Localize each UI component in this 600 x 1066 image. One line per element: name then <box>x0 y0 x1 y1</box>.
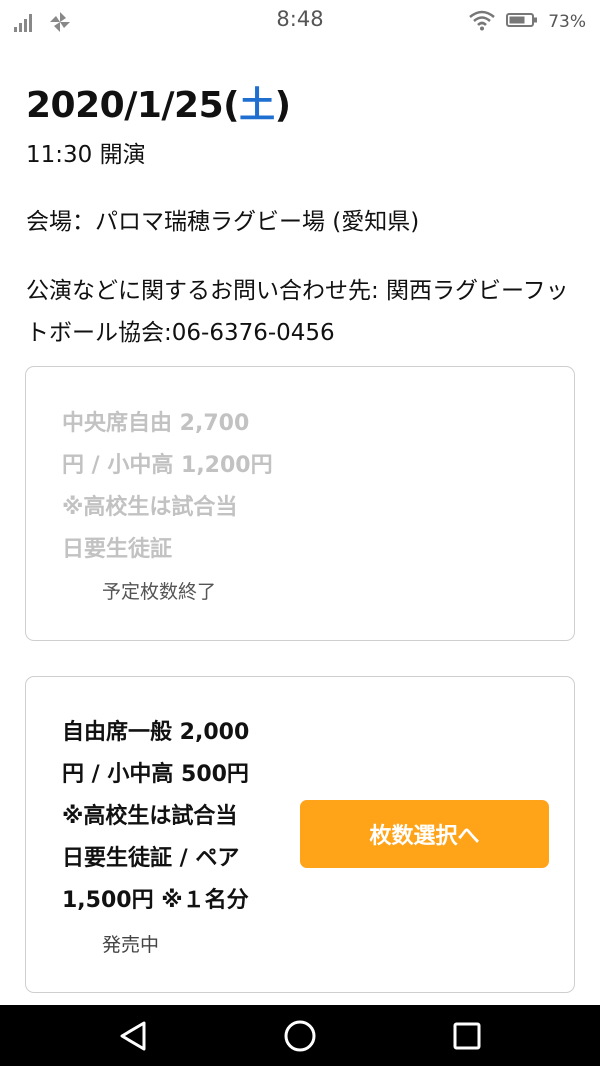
ticket-description-line: 日要生徒証 <box>62 537 173 562</box>
navigation-bar <box>0 1005 600 1066</box>
ticket-status: 発売中 <box>102 934 160 956</box>
ticket-card-on-sale: 自由席一般 2,000 円 / 小中高 500円 ※高校生は試合当 日要生徒証 … <box>25 676 575 993</box>
ticket-description-line: 日要生徒証 / ペア <box>62 846 240 871</box>
event-contact: 公演などに関するお問い合わせ先: 関西ラグビーフットボール協会:06-6376-… <box>26 278 569 346</box>
ticket-description-line: ※高校生は試合当 <box>62 804 238 829</box>
recents-icon[interactable] <box>447 1017 487 1055</box>
status-right: 73% <box>468 9 586 35</box>
ticket-description-line: 円 / 小中高 1,200円 <box>62 453 273 478</box>
select-quantity-button[interactable]: 枚数選択へ <box>300 800 549 868</box>
ticket-description-line: 1,500円 ※１名分 <box>62 888 249 913</box>
ticket-status: 予定枚数終了 <box>102 581 217 603</box>
ticket-description: 中央席自由 2,700 円 / 小中高 1,200円 ※高校生は試合当 日要生徒… <box>62 403 282 571</box>
event-day-of-week: 土 <box>239 85 275 126</box>
wifi-icon <box>468 9 496 35</box>
ticket-description-line: 中央席自由 2,700 <box>62 411 250 436</box>
ticket-card-sold-out: 中央席自由 2,700 円 / 小中高 1,200円 ※高校生は試合当 日要生徒… <box>25 366 575 641</box>
event-date-text: 2020/1/25( <box>26 85 240 126</box>
ticket-description-line: ※高校生は試合当 <box>62 495 238 520</box>
battery-icon <box>506 12 538 32</box>
event-start-time: 11:30 開演 <box>26 142 146 168</box>
event-date: 2020/1/25(土) <box>26 76 291 128</box>
back-icon[interactable] <box>113 1017 153 1055</box>
event-venue: 会場：パロマ瑞穂ラグビー場 (愛知県) <box>26 209 420 235</box>
ticket-description-line: 自由席一般 2,000 <box>62 720 250 745</box>
home-icon[interactable] <box>280 1017 320 1055</box>
battery-percent: 73% <box>548 12 586 32</box>
ticket-description: 自由席一般 2,000 円 / 小中高 500円 ※高校生は試合当 日要生徒証 … <box>62 712 282 922</box>
status-bar: 8:48 73% <box>0 0 600 42</box>
event-date-close: ) <box>274 85 291 126</box>
ticket-description-line: 円 / 小中高 500円 <box>62 762 249 787</box>
